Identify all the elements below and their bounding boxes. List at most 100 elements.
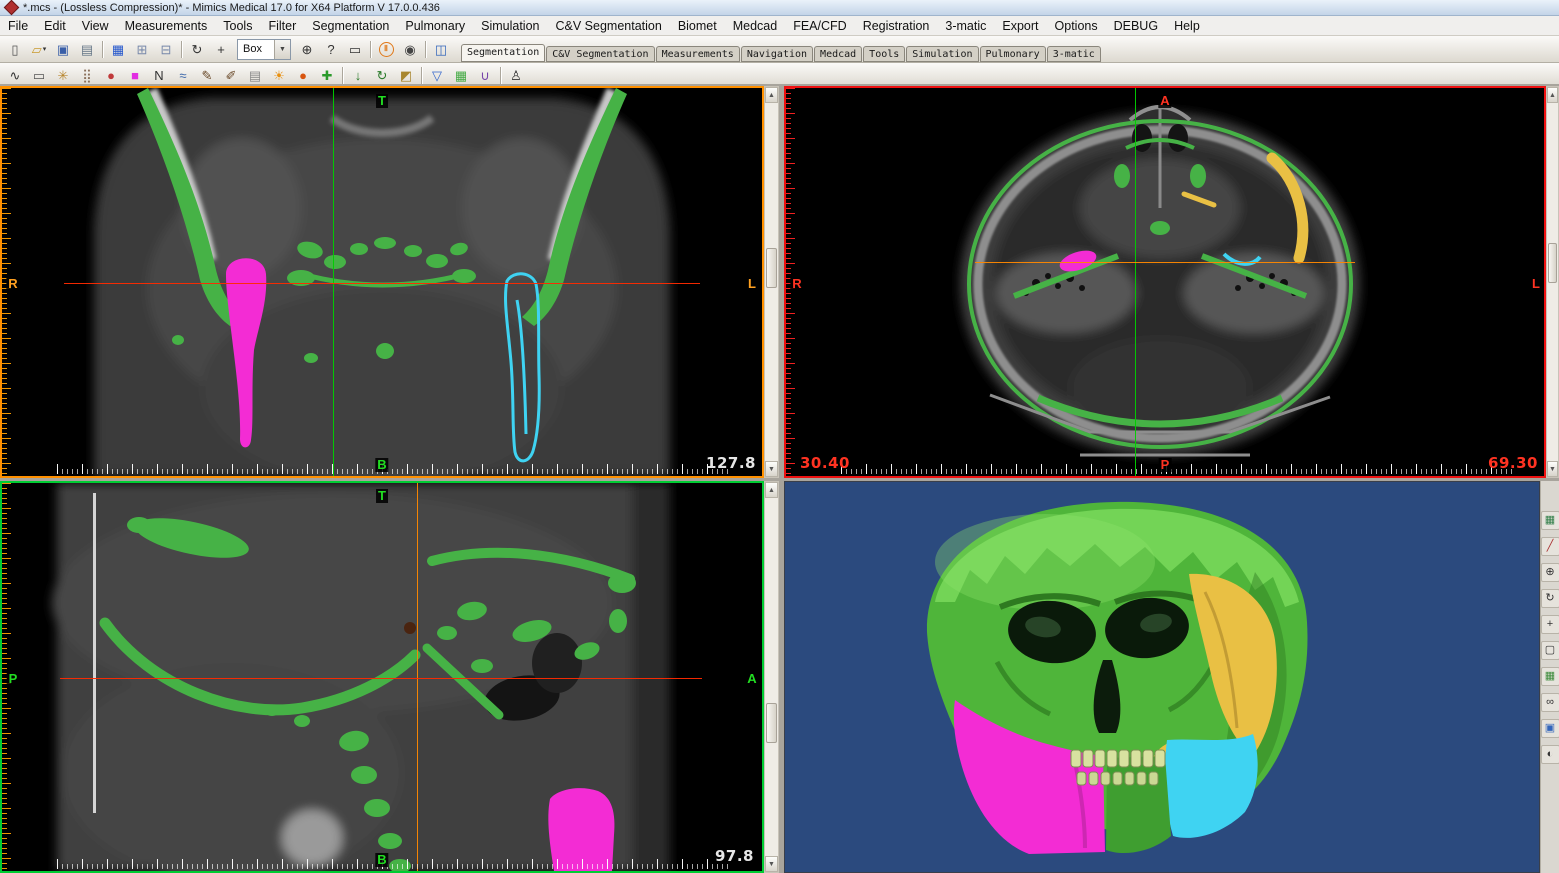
coronal-scrollbar[interactable]: ▲ ▼ bbox=[764, 86, 779, 478]
orientation-label-bottom: B bbox=[375, 853, 388, 867]
zoom-in-icon[interactable]: ⊕ bbox=[295, 38, 319, 61]
menu-medcad[interactable]: Medcad bbox=[725, 17, 785, 35]
main-toolbar-left: ▯▱▾▣▤ ▦⊞⊟ ↻+ bbox=[3, 38, 233, 61]
scroll-down-icon[interactable]: ▼ bbox=[1547, 461, 1558, 477]
zoom-3d-icon[interactable]: ⊕ bbox=[1541, 563, 1559, 582]
reslice-icon[interactable]: ↻ bbox=[185, 38, 209, 61]
zoom-type-select[interactable]: Box ▼ bbox=[237, 39, 291, 60]
rotate-3d-icon[interactable]: ↻ bbox=[1541, 589, 1559, 608]
axial-view[interactable]: A P R L 30.40 69.30 bbox=[784, 86, 1546, 478]
zoom-query-icon[interactable]: ? bbox=[319, 38, 343, 61]
ribbon-tab-bar: SegmentationC&V SegmentationMeasurements… bbox=[461, 37, 1102, 62]
pan-icon[interactable]: + bbox=[209, 38, 233, 61]
tab-3-matic[interactable]: 3-matic bbox=[1047, 46, 1101, 62]
coronal-view[interactable]: T B R L 127.8 bbox=[0, 86, 764, 478]
save-icon[interactable]: ▣ bbox=[51, 38, 75, 61]
contrast-3d-icon[interactable]: ◐ bbox=[1541, 745, 1559, 764]
sagittal-slice-position: 97.8 bbox=[715, 847, 754, 865]
stereo-view-icon[interactable]: ∞ bbox=[1541, 693, 1559, 712]
tab-measurements[interactable]: Measurements bbox=[656, 46, 740, 62]
coronal-indicator-line[interactable] bbox=[417, 483, 418, 871]
tab-tools[interactable]: Tools bbox=[863, 46, 905, 62]
tab-segmentation[interactable]: Segmentation bbox=[461, 44, 545, 62]
toolbar-separator bbox=[342, 67, 343, 84]
measure-3d-icon[interactable]: ╱ bbox=[1541, 537, 1559, 556]
sagittal-scrollbar-thumb[interactable] bbox=[766, 703, 777, 743]
open-project-icon[interactable]: ▱▾ bbox=[27, 38, 51, 61]
scroll-down-icon[interactable]: ▼ bbox=[765, 856, 778, 872]
tab-simulation[interactable]: Simulation bbox=[906, 46, 978, 62]
sagittal-scrollbar[interactable]: ▲ ▼ bbox=[764, 481, 779, 873]
menu-bar: FileEditViewMeasurementsToolsFilterSegme… bbox=[0, 16, 1559, 36]
menu-segmentation[interactable]: Segmentation bbox=[304, 17, 397, 35]
view-layout-icon[interactable]: ▦ bbox=[106, 38, 130, 61]
tab-medcad[interactable]: Medcad bbox=[814, 46, 862, 62]
axial-indicator-line[interactable] bbox=[60, 678, 702, 679]
toolbar-separator bbox=[500, 67, 501, 84]
clip-planes-icon[interactable]: ▦ bbox=[1541, 667, 1559, 686]
menu-debug[interactable]: DEBUG bbox=[1106, 17, 1166, 35]
coronal-slice-position: 127.8 bbox=[706, 454, 756, 472]
sagittal-view[interactable]: T B P A 97.8 bbox=[0, 481, 764, 873]
menu-measurements[interactable]: Measurements bbox=[117, 17, 216, 35]
menu-3-matic[interactable]: 3-matic bbox=[937, 17, 994, 35]
scroll-up-icon[interactable]: ▲ bbox=[765, 482, 778, 498]
scroll-up-icon[interactable]: ▲ bbox=[1547, 87, 1558, 103]
duplicate-icon[interactable]: ⊟ bbox=[154, 38, 178, 61]
menu-edit[interactable]: Edit bbox=[36, 17, 74, 35]
menu-c-v-segmentation[interactable]: C&V Segmentation bbox=[548, 17, 670, 35]
view3d-toolbar: ▦ ╱ ⊕ ↻ + ▢ ▦ ∞ ▣ ◐ bbox=[1540, 481, 1559, 873]
tab-c-v-segmentation[interactable]: C&V Segmentation bbox=[546, 46, 654, 62]
menu-fea-cfd[interactable]: FEA/CFD bbox=[785, 17, 854, 35]
menu-help[interactable]: Help bbox=[1166, 17, 1208, 35]
orientation-label-left: P bbox=[7, 672, 20, 686]
pointer-mode-icon[interactable]: ◉ bbox=[398, 38, 422, 61]
menu-filter[interactable]: Filter bbox=[260, 17, 304, 35]
axial-ct-image bbox=[786, 88, 1544, 476]
print-icon[interactable]: ▤ bbox=[75, 38, 99, 61]
sagittal-indicator-line[interactable] bbox=[333, 88, 334, 476]
project-panel-icon[interactable]: ◫ bbox=[429, 38, 453, 61]
pan-3d-icon[interactable]: + bbox=[1541, 615, 1559, 634]
fit-view-icon[interactable]: ▢ bbox=[1541, 641, 1559, 660]
menu-tools[interactable]: Tools bbox=[215, 17, 260, 35]
coronal-scrollbar-thumb[interactable] bbox=[766, 248, 777, 288]
toolbar-separator bbox=[425, 41, 426, 58]
axial-scrollbar-thumb[interactable] bbox=[1548, 243, 1557, 283]
orientation-label-top: T bbox=[376, 489, 388, 503]
menu-biomet[interactable]: Biomet bbox=[670, 17, 725, 35]
menu-simulation[interactable]: Simulation bbox=[473, 17, 547, 35]
axial-scrollbar[interactable]: ▲ ▼ bbox=[1546, 86, 1559, 478]
sagittal-scrollbar-track[interactable] bbox=[765, 498, 778, 856]
scroll-up-icon[interactable]: ▲ bbox=[765, 87, 778, 103]
orientation-label-right: A bbox=[745, 672, 758, 686]
coronal-indicator-line[interactable] bbox=[975, 262, 1355, 263]
copy-icon[interactable]: ⊞ bbox=[130, 38, 154, 61]
zoom-box-icon[interactable]: ▭ bbox=[343, 38, 367, 61]
chevron-down-icon[interactable]: ▼ bbox=[274, 40, 290, 59]
menu-view[interactable]: View bbox=[74, 17, 117, 35]
view-presets-icon[interactable]: ▣ bbox=[1541, 719, 1559, 738]
orientation-label-bottom: P bbox=[1159, 458, 1172, 472]
menu-registration[interactable]: Registration bbox=[855, 17, 938, 35]
toolbar-separator bbox=[421, 67, 422, 84]
menu-pulmonary[interactable]: Pulmonary bbox=[397, 17, 473, 35]
pause-icon[interactable]: Ⅱ bbox=[374, 38, 398, 61]
toolbar-separator bbox=[102, 41, 103, 58]
coronal-scrollbar-track[interactable] bbox=[765, 103, 778, 461]
scroll-down-icon[interactable]: ▼ bbox=[765, 461, 778, 477]
new-project-icon[interactable]: ▯ bbox=[3, 38, 27, 61]
tab-navigation[interactable]: Navigation bbox=[741, 46, 813, 62]
view-3d[interactable] bbox=[784, 481, 1540, 873]
tab-pulmonary[interactable]: Pulmonary bbox=[980, 46, 1046, 62]
skull-3d-render bbox=[785, 482, 1539, 872]
coronal-ct-image bbox=[2, 88, 762, 476]
menu-export[interactable]: Export bbox=[994, 17, 1046, 35]
menu-file[interactable]: File bbox=[0, 17, 36, 35]
scene-layout-icon[interactable]: ▦ bbox=[1541, 511, 1559, 530]
menu-options[interactable]: Options bbox=[1047, 17, 1106, 35]
axial-scrollbar-track[interactable] bbox=[1547, 103, 1558, 461]
main-toolbar-right: ⊕?▭ Ⅱ◉ ◫ bbox=[295, 38, 453, 61]
axial-indicator-line[interactable] bbox=[64, 283, 700, 284]
sagittal-indicator-line[interactable] bbox=[1135, 88, 1136, 476]
